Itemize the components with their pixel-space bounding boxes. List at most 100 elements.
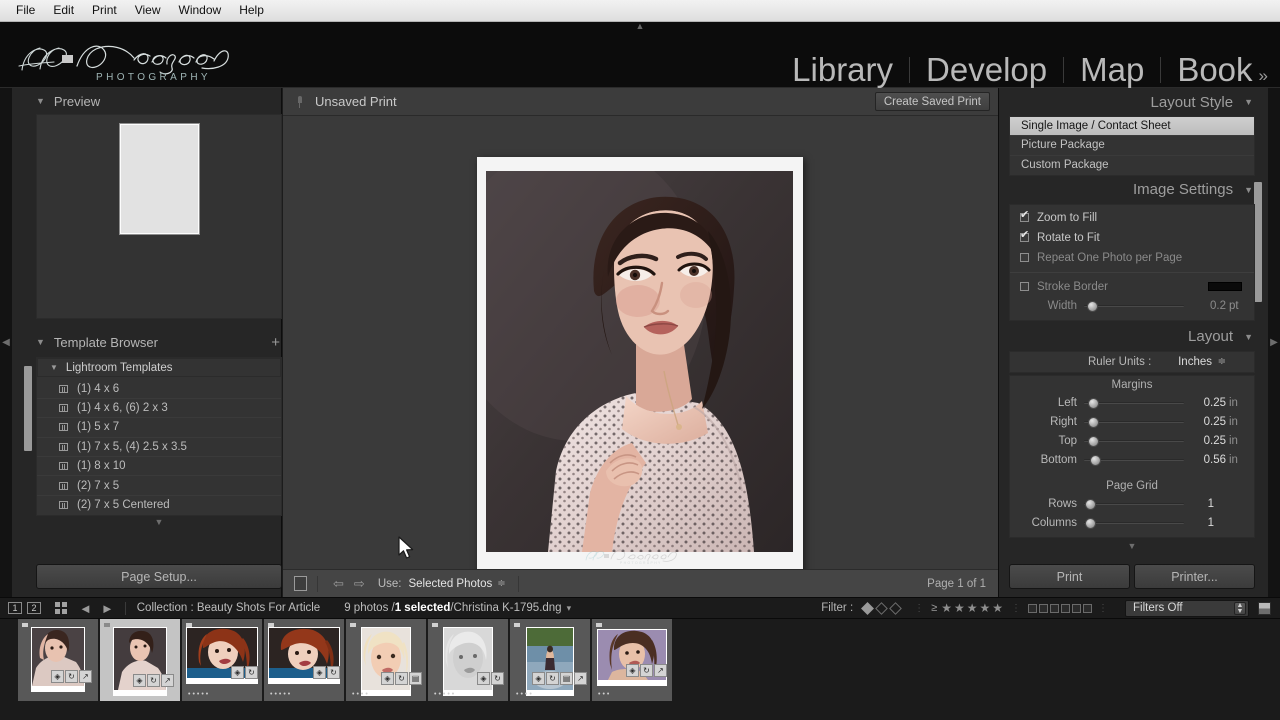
back-arrow-icon[interactable]: ◄ <box>79 601 92 616</box>
slider-track[interactable] <box>1084 454 1184 467</box>
filmstrip-thumbnail[interactable]: ◈ ↻ ↗ <box>18 619 98 701</box>
color-label-swatch[interactable] <box>1050 603 1059 613</box>
crop-badge-icon[interactable]: ↻ <box>327 666 340 679</box>
metadata-badge-icon[interactable]: ▤ <box>560 672 573 685</box>
develop-badge-icon[interactable]: ◈ <box>51 670 64 683</box>
add-template-button[interactable]: + <box>271 334 280 351</box>
filters-off-select[interactable]: Filters Off ▲ ▼ <box>1125 599 1249 617</box>
checkbox-row-repeat-one-photo[interactable]: Repeat One Photo per Page <box>1010 248 1254 268</box>
forward-arrow-icon[interactable]: ► <box>101 601 114 616</box>
metadata-badge-icon[interactable]: ↗ <box>79 670 92 683</box>
thumbnail-rating[interactable]: •••• <box>352 691 370 698</box>
print-preview-stage[interactable]: PHOTOGRAPHY <box>283 116 1000 579</box>
ruler-units-dropdown-icon[interactable]: ≑ <box>1218 356 1226 367</box>
metadata-badge-icon[interactable]: ↗ <box>161 674 174 687</box>
top-panel-collapse-arrow[interactable]: ▲ <box>634 22 646 31</box>
slider-track[interactable] <box>1084 300 1184 313</box>
use-value[interactable]: Selected Photos <box>408 578 492 590</box>
crop-badge-icon[interactable]: ↻ <box>491 672 504 685</box>
slider-track[interactable] <box>1084 517 1184 530</box>
color-label-swatch[interactable] <box>1061 603 1070 613</box>
template-item[interactable]: (1) 4 x 6, (6) 2 x 3 <box>37 399 281 419</box>
module-library[interactable]: Library <box>776 50 909 90</box>
slider-knob[interactable] <box>1085 499 1096 511</box>
module-map[interactable]: Map <box>1064 50 1160 90</box>
menu-item-help[interactable]: Help <box>230 1 273 20</box>
flag-rejected-icon[interactable] <box>889 601 903 615</box>
crop-badge-icon[interactable]: ↻ <box>245 666 258 679</box>
rating-stars[interactable]: ★★★★★ <box>941 601 1005 615</box>
left-panel-collapse-gutter[interactable]: ◀ <box>0 88 12 597</box>
layout-style-option-custom-package[interactable]: Custom Package <box>1010 156 1254 175</box>
module-overflow-chevron-icon[interactable]: » <box>1259 66 1268 86</box>
layout-style-option-picture-package[interactable]: Picture Package <box>1010 136 1254 156</box>
develop-badge-icon[interactable]: ◈ <box>231 666 244 679</box>
checkbox-row-stroke-border[interactable]: Stroke Border <box>1010 277 1254 297</box>
slider-knob[interactable] <box>1090 455 1101 467</box>
crop-badge-icon[interactable]: ↻ <box>65 670 78 683</box>
collection-label[interactable]: Collection : Beauty Shots For Article <box>137 602 320 614</box>
develop-badge-icon[interactable]: ◈ <box>532 672 545 685</box>
checkbox-icon[interactable] <box>1020 228 1029 243</box>
checkbox-icon[interactable] <box>1020 208 1029 223</box>
layout-header[interactable]: Layout ▼ <box>1009 323 1255 351</box>
left-panel-scrollbar[interactable] <box>24 366 32 451</box>
layout-style-option-single-image[interactable]: Single Image / Contact Sheet <box>1010 117 1254 137</box>
filmstrip-thumbnail[interactable]: ◈ ↻ ••••• <box>264 619 344 701</box>
ruler-units-row[interactable]: Ruler Units : Inches ≑ <box>1009 350 1255 373</box>
previous-page-arrow-icon[interactable]: ⇦ <box>328 576 349 592</box>
printer-button[interactable]: Printer... <box>1134 564 1255 589</box>
menu-item-view[interactable]: View <box>126 1 170 20</box>
filmstrip-thumbnail[interactable]: ◈ ↻ ▤ •••• <box>346 619 426 701</box>
thumbnail-rating[interactable]: ••••• <box>188 691 210 698</box>
slider-row-margin-right[interactable]: Right 0.25 in <box>1010 413 1254 432</box>
filmstrip-thumbnail[interactable]: ◈ ↻ ↗ ••• <box>592 619 672 701</box>
right-panel-collapse-gutter[interactable]: ▶ <box>1268 88 1280 597</box>
filter-lock-icon[interactable] <box>1258 601 1271 615</box>
grid-view-icon[interactable] <box>55 602 67 614</box>
develop-badge-icon[interactable]: ◈ <box>381 672 394 685</box>
screen-1-button[interactable]: 1 <box>8 602 22 614</box>
slider-knob[interactable] <box>1088 417 1099 429</box>
flag-icon[interactable] <box>104 623 110 627</box>
template-item[interactable]: (2) 7 x 5 <box>37 476 281 496</box>
flag-icon[interactable] <box>22 623 28 627</box>
menu-item-print[interactable]: Print <box>83 1 126 20</box>
module-develop[interactable]: Develop <box>910 50 1063 90</box>
color-label-swatch[interactable] <box>1028 603 1037 613</box>
develop-badge-icon[interactable]: ◈ <box>626 664 639 677</box>
menu-item-window[interactable]: Window <box>170 1 231 20</box>
slider-track[interactable] <box>1084 397 1184 410</box>
rating-operator[interactable]: ≥ <box>931 602 937 614</box>
develop-badge-icon[interactable]: ◈ <box>313 666 326 679</box>
page-setup-button[interactable]: Page Setup... <box>36 564 282 589</box>
slider-row-rows[interactable]: Rows 1 <box>1010 495 1254 514</box>
print-page[interactable]: PHOTOGRAPHY <box>477 157 803 579</box>
preview-panel-header[interactable]: ▼ Preview <box>36 88 282 114</box>
thumbnail-rating[interactable]: ••••• <box>434 691 456 698</box>
slider-knob[interactable] <box>1085 518 1096 530</box>
develop-badge-icon[interactable]: ◈ <box>133 674 146 687</box>
identity-plate-logo[interactable]: PHOTOGRAPHY <box>14 36 244 84</box>
thumbnail-rating[interactable]: •••• <box>516 691 534 698</box>
stepper-icon[interactable]: ▲ ▼ <box>1234 601 1246 615</box>
thumbnail-rating[interactable]: ••• <box>598 691 611 698</box>
metadata-badge-icon[interactable]: ↗ <box>654 664 667 677</box>
slider-row-margin-bottom[interactable]: Bottom 0.56 in <box>1010 451 1254 470</box>
flag-icon[interactable] <box>350 623 356 627</box>
menu-item-edit[interactable]: Edit <box>44 1 83 20</box>
template-group-lightroom[interactable]: ▼ Lightroom Templates <box>37 358 281 378</box>
filmstrip-thumbnail[interactable]: ◈ ↻ ••••• <box>428 619 508 701</box>
crop-badge-icon[interactable]: ↻ <box>546 672 559 685</box>
slider-row-margin-left[interactable]: Left 0.25 in <box>1010 394 1254 413</box>
slider-row-margin-top[interactable]: Top 0.25 in <box>1010 432 1254 451</box>
crop-badge-icon[interactable]: ↻ <box>147 674 160 687</box>
checkbox-icon[interactable] <box>1020 282 1029 292</box>
next-page-arrow-icon[interactable]: ⇨ <box>349 576 370 592</box>
right-panel-scroll-down-arrow[interactable]: ▼ <box>1009 540 1255 552</box>
slider-track[interactable] <box>1084 498 1184 511</box>
crop-badge-icon[interactable]: ↻ <box>395 672 408 685</box>
slider-row-columns[interactable]: Columns 1 <box>1010 514 1254 533</box>
develop-badge-icon[interactable]: ◈ <box>477 672 490 685</box>
image-settings-header[interactable]: Image Settings ▼ <box>1009 176 1255 204</box>
